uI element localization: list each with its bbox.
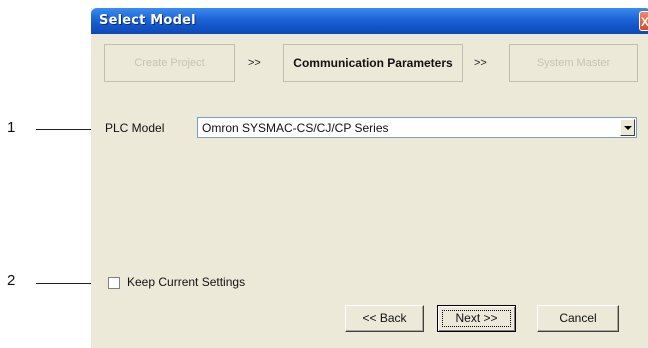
callout-number-1: 1 (7, 119, 16, 136)
keep-settings-checkbox[interactable] (108, 277, 120, 289)
step-separator-1: >> (248, 57, 261, 69)
title-bar[interactable]: Select Model X (91, 8, 648, 34)
dialog-title: Select Model (99, 13, 196, 28)
step-communication-parameters: Communication Parameters (283, 44, 463, 82)
chevron-down-icon[interactable] (620, 119, 635, 136)
next-button-label: Next >> (455, 311, 498, 325)
callout-number-2: 2 (7, 272, 16, 289)
cancel-button-label: Cancel (559, 311, 597, 325)
back-button[interactable]: << Back (345, 305, 424, 332)
step-system-master: System Master (509, 44, 638, 82)
plc-model-value: Omron SYSMAC-CS/CJ/CP Series (202, 121, 389, 135)
page: 1 2 Select Model X Create Project >> Com… (0, 0, 648, 348)
plc-model-select[interactable]: Omron SYSMAC-CS/CJ/CP Series (197, 117, 637, 138)
plc-model-label: PLC Model (105, 121, 165, 135)
cancel-button[interactable]: Cancel (537, 305, 619, 332)
step-separator-2: >> (474, 57, 487, 69)
keep-settings-label[interactable]: Keep Current Settings (127, 275, 245, 289)
close-icon[interactable]: X (639, 11, 648, 31)
back-button-label: << Back (362, 311, 407, 325)
step-create-project: Create Project (104, 44, 235, 82)
next-button[interactable]: Next >> (437, 305, 516, 332)
